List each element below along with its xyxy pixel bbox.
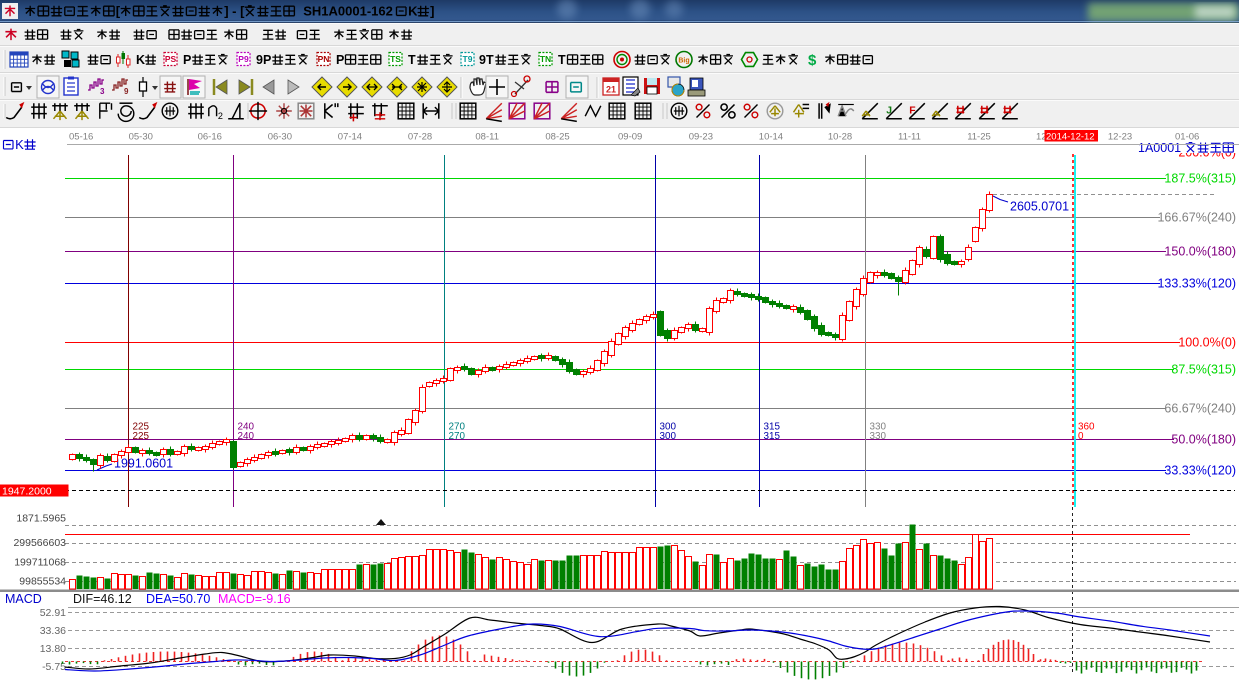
svg-text:P: P xyxy=(336,53,344,67)
svg-text:12-23: 12-23 xyxy=(1108,132,1132,143)
svg-text:K: K xyxy=(15,137,24,152)
svg-text:99855534: 99855534 xyxy=(19,576,66,588)
svg-text:330: 330 xyxy=(870,431,887,442)
svg-text:PN: PN xyxy=(318,54,330,64)
svg-text:T9: T9 xyxy=(463,54,473,64)
svg-text:P: P xyxy=(183,53,191,67)
svg-text:2605.0701: 2605.0701 xyxy=(1010,200,1069,214)
svg-text:1871.5965: 1871.5965 xyxy=(16,513,66,525)
svg-text:SH1A0001-162: SH1A0001-162 xyxy=(296,4,393,19)
svg-text:]: ] xyxy=(430,4,434,19)
svg-text:3: 3 xyxy=(100,87,105,96)
svg-text:TN: TN xyxy=(540,54,551,64)
svg-text:9: 9 xyxy=(124,87,129,96)
svg-text:315: 315 xyxy=(764,431,781,442)
svg-text:08-11: 08-11 xyxy=(475,132,499,143)
svg-text:08-25: 08-25 xyxy=(545,132,569,143)
svg-text:MACD=-9.16: MACD=-9.16 xyxy=(218,592,291,606)
svg-text:199711068: 199711068 xyxy=(14,556,66,568)
svg-text:52.91: 52.91 xyxy=(40,607,66,619)
svg-text:166.67%(240): 166.67%(240) xyxy=(1157,211,1236,225)
svg-text:2: 2 xyxy=(218,111,223,121)
svg-text:9P: 9P xyxy=(256,53,271,67)
svg-text:21: 21 xyxy=(606,85,616,95)
svg-text:2014-12-12: 2014-12-12 xyxy=(1046,132,1095,143)
svg-text:] - [: ] - [ xyxy=(224,4,245,19)
svg-text:1947.2000: 1947.2000 xyxy=(2,486,52,498)
svg-text:K: K xyxy=(408,4,418,19)
svg-text:P9: P9 xyxy=(238,54,249,64)
svg-text:Big: Big xyxy=(678,58,689,65)
svg-text:K: K xyxy=(136,53,145,67)
svg-text:[: [ xyxy=(116,4,121,19)
svg-text:$: $ xyxy=(808,52,817,69)
svg-text:1991.0601: 1991.0601 xyxy=(114,457,173,471)
svg-text:11-25: 11-25 xyxy=(967,132,991,143)
svg-text:T: T xyxy=(558,53,566,67)
svg-text:1A0001: 1A0001 xyxy=(1138,141,1185,155)
svg-text:33.36: 33.36 xyxy=(40,625,66,637)
svg-text:225: 225 xyxy=(133,431,150,442)
svg-text:50.0%(180): 50.0%(180) xyxy=(1171,433,1236,447)
svg-text:13.80: 13.80 xyxy=(40,643,66,655)
svg-text:07-14: 07-14 xyxy=(338,132,362,143)
svg-text:01-06: 01-06 xyxy=(1175,132,1199,143)
svg-text:DEA=50.70: DEA=50.70 xyxy=(146,592,210,606)
svg-text:10-14: 10-14 xyxy=(759,132,783,143)
svg-text:07-28: 07-28 xyxy=(408,132,432,143)
svg-text:05-16: 05-16 xyxy=(69,132,93,143)
svg-text:187.5%(315): 187.5%(315) xyxy=(1164,172,1236,186)
svg-text:J: J xyxy=(886,106,892,117)
svg-text:300: 300 xyxy=(660,431,677,442)
svg-text:9T: 9T xyxy=(479,53,494,67)
svg-text:133.33%(120): 133.33%(120) xyxy=(1157,277,1236,291)
svg-text:240: 240 xyxy=(238,431,255,442)
svg-text:PS: PS xyxy=(165,54,177,64)
svg-text:09-09: 09-09 xyxy=(618,132,642,143)
svg-text:33.33%(120): 33.33%(120) xyxy=(1164,464,1236,478)
svg-text:150.0%(180): 150.0%(180) xyxy=(1164,245,1236,259)
svg-text:09-23: 09-23 xyxy=(689,132,713,143)
svg-text:299566603: 299566603 xyxy=(13,537,66,549)
svg-text:0: 0 xyxy=(1078,431,1084,442)
svg-text:F: F xyxy=(909,106,915,117)
svg-text:T: T xyxy=(408,53,416,67)
svg-text:DIF=46.12: DIF=46.12 xyxy=(73,592,132,606)
svg-text:MACD: MACD xyxy=(5,592,42,606)
svg-text:06-16: 06-16 xyxy=(198,132,222,143)
svg-text:TS: TS xyxy=(390,54,401,64)
svg-text:11-11: 11-11 xyxy=(898,132,921,143)
svg-text:05-30: 05-30 xyxy=(129,132,153,143)
svg-text:06-30: 06-30 xyxy=(268,132,292,143)
svg-text:100.0%(0): 100.0%(0) xyxy=(1178,336,1236,350)
svg-text:87.5%(315): 87.5%(315) xyxy=(1171,363,1236,377)
svg-text:10-28: 10-28 xyxy=(828,132,852,143)
svg-text:270: 270 xyxy=(449,431,466,442)
svg-text:66.67%(240): 66.67%(240) xyxy=(1164,402,1236,416)
